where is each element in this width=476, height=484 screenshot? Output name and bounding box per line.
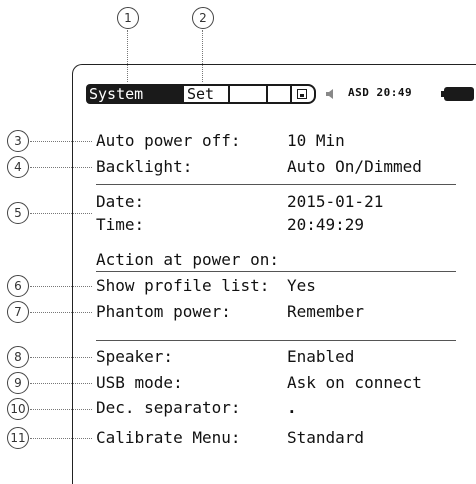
dec-separator-label: Dec. separator: (96, 398, 241, 417)
usb-mode-label: USB mode: (96, 373, 183, 392)
callout-11: 11 (7, 427, 29, 449)
callout-1: 1 (117, 7, 139, 29)
calibrate-menu-value[interactable]: Standard (287, 428, 364, 448)
date-label: Date: (96, 192, 145, 211)
callout-3: 3 (7, 130, 29, 152)
divider (96, 340, 456, 341)
tab-save[interactable] (292, 84, 316, 104)
auto-power-off-value[interactable]: 10 Min (287, 131, 345, 151)
time-value[interactable]: 20:49:29 (287, 215, 364, 235)
calibrate-menu-label: Calibrate Menu: (96, 428, 241, 447)
callout-4: 4 (7, 156, 29, 178)
callout-6: 6 (7, 275, 29, 297)
device-screen-frame (72, 64, 476, 484)
date-value[interactable]: 2015-01-21 (287, 192, 383, 212)
speaker-label: Speaker: (96, 347, 174, 366)
usb-mode-value[interactable]: Ask on connect (287, 373, 422, 393)
dec-separator-value[interactable]: . (287, 398, 297, 418)
tab-bar: System Set ASD 20:49 (86, 84, 476, 104)
tab-empty[interactable] (230, 84, 266, 104)
status-time: ASD 20:49 (348, 86, 413, 99)
auto-power-off-label: Auto power off: (96, 131, 241, 150)
callout-10: 10 (7, 398, 29, 420)
phantom-power-label: Phantom power: (96, 302, 231, 321)
callout-5: 5 (7, 202, 29, 224)
show-profile-list-label: Show profile list: (96, 276, 270, 295)
divider (96, 184, 456, 185)
divider (96, 271, 456, 272)
backlight-label: Backlight: (96, 157, 193, 176)
backlight-value[interactable]: Auto On/Dimmed (287, 157, 422, 177)
tab-empty-2[interactable] (266, 84, 292, 104)
callout-7: 7 (7, 301, 29, 323)
manual-figure: 1 2 3 4 5 6 7 8 9 10 11 System Set ASD 2… (0, 0, 476, 484)
show-profile-list-value[interactable]: Yes (287, 276, 316, 296)
callout-9: 9 (7, 372, 29, 394)
battery-icon (441, 87, 474, 101)
speaker-value[interactable]: Enabled (287, 347, 354, 367)
time-label: Time: (96, 215, 145, 234)
speaker-icon (326, 89, 333, 99)
phantom-power-value[interactable]: Remember (287, 302, 364, 322)
action-at-power-on-heading: Action at power on: (96, 250, 280, 269)
callout-2: 2 (192, 7, 214, 29)
tab-set[interactable]: Set (182, 84, 230, 104)
callout-8: 8 (7, 346, 29, 368)
tab-system[interactable]: System (86, 84, 182, 104)
save-icon (297, 89, 307, 99)
